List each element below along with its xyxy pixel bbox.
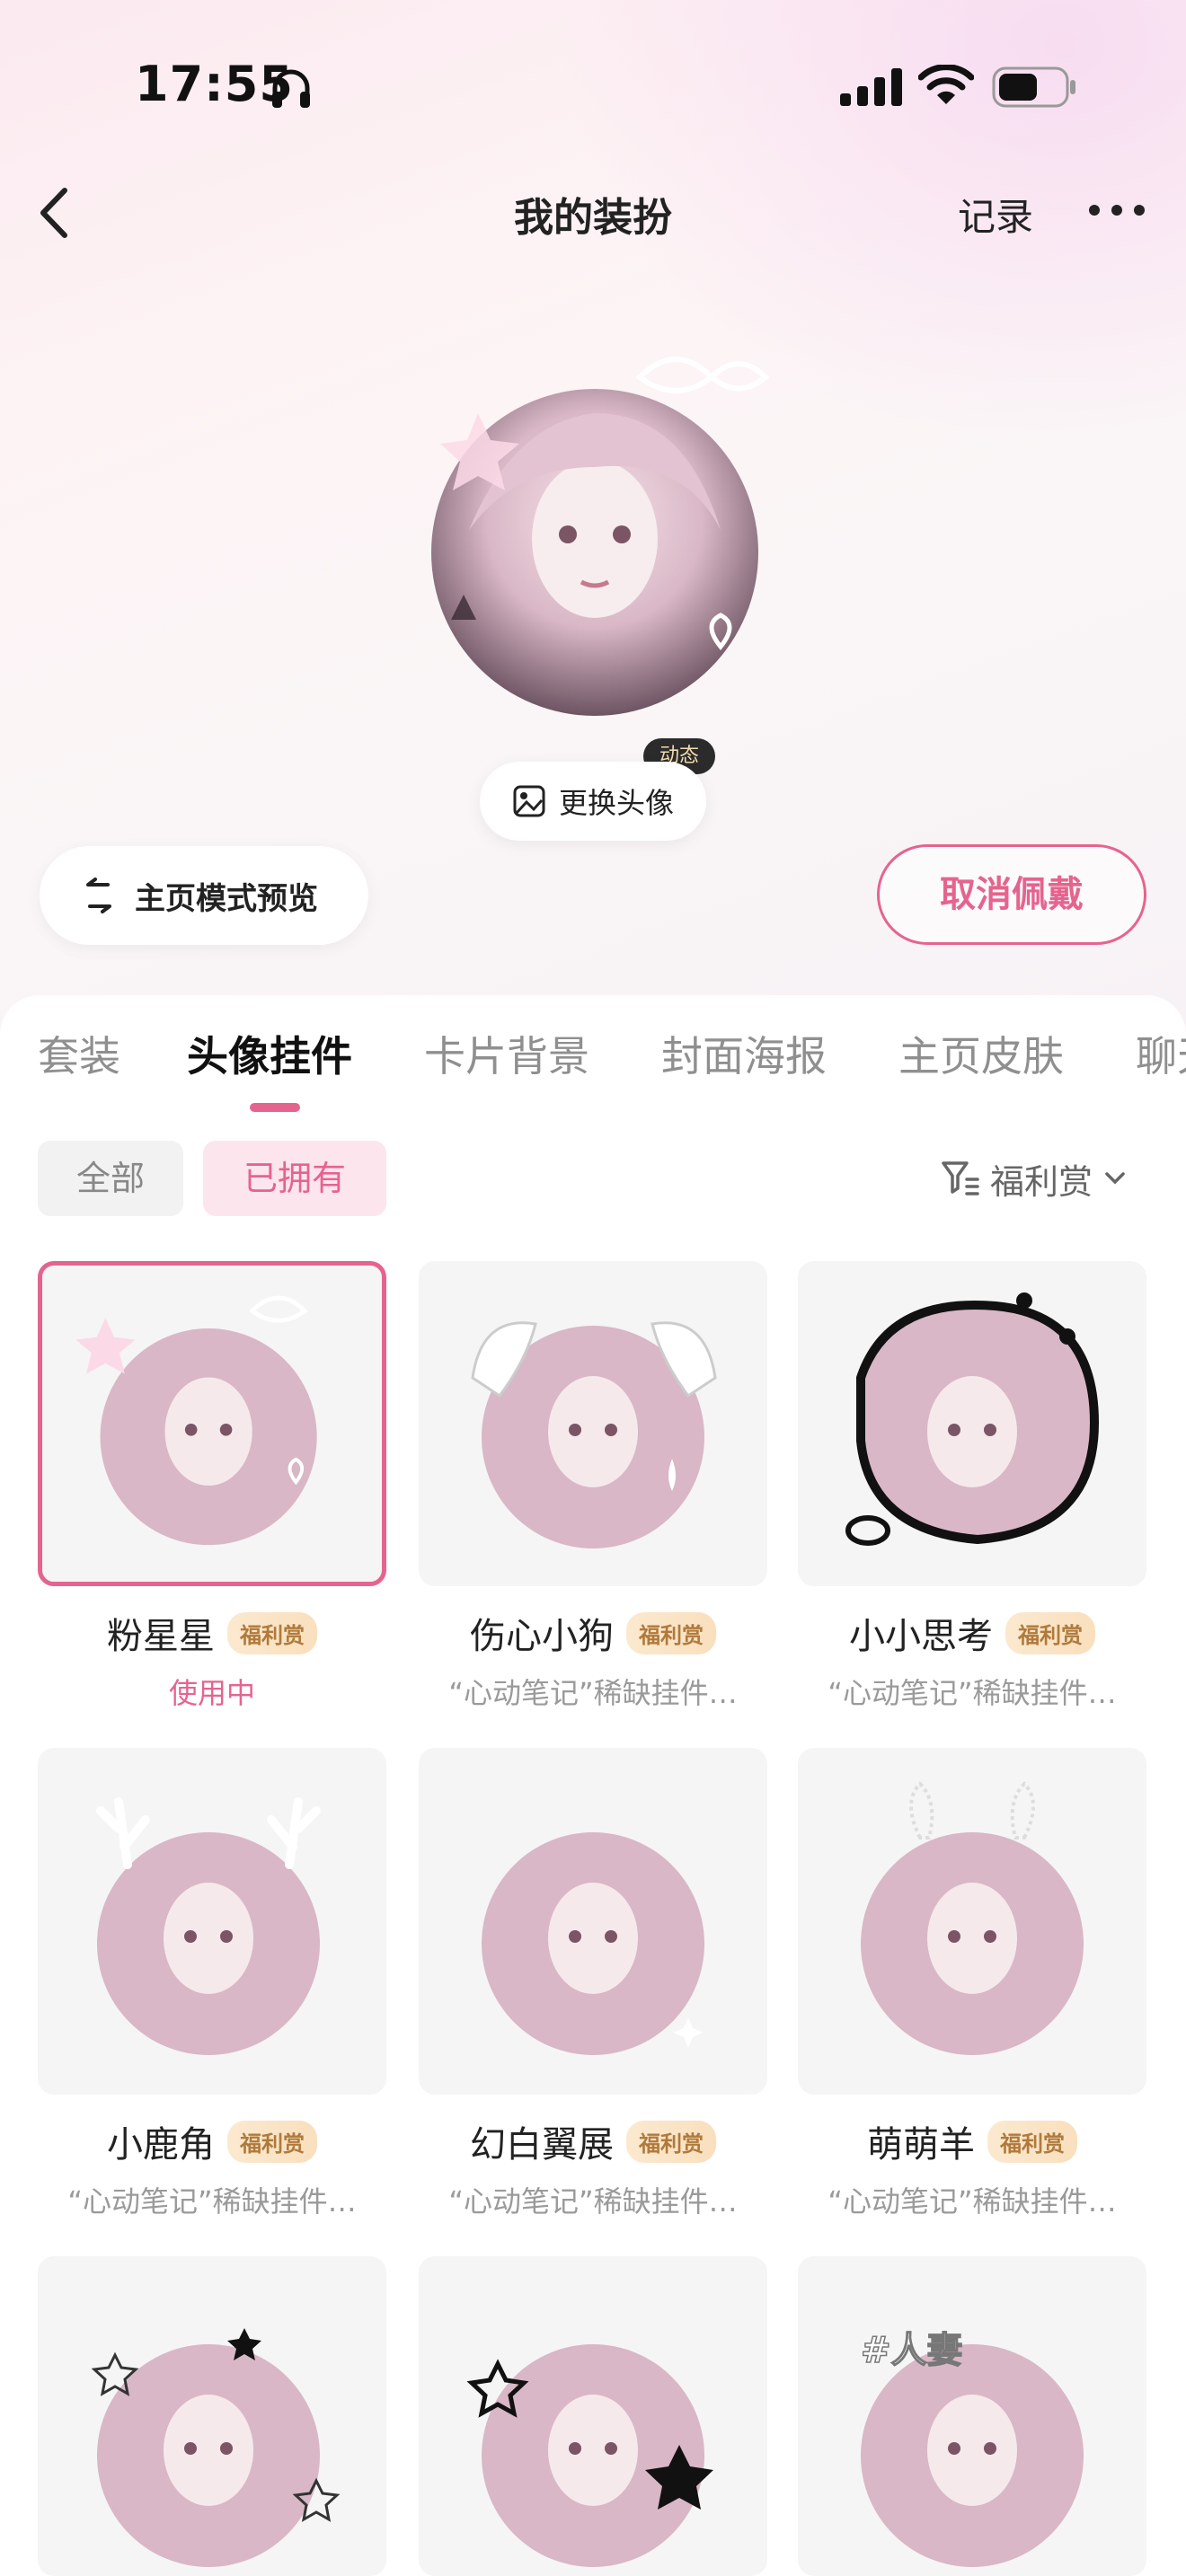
pendant-description: “心动笔记”稀缺挂件… (448, 1676, 738, 1710)
tab-cover-poster[interactable]: 封面海报 (661, 1024, 827, 1083)
change-avatar-button[interactable]: 更换头像 (480, 762, 706, 841)
tab-avatar-pendant[interactable]: 头像挂件 (187, 1024, 352, 1083)
pendant-card-1[interactable] (419, 1261, 767, 1586)
pendant-name: 小鹿角 (107, 2124, 215, 2166)
homepage-preview-label: 主页模式预览 (135, 880, 318, 917)
welfare-badge: 福利赏 (626, 2120, 716, 2163)
pendant-name-row-1: 伤心小狗 福利赏 (419, 1606, 767, 1660)
pendant-card-2[interactable] (798, 1261, 1146, 1586)
pendant-name-row-3: 小鹿角 福利赏 (38, 2114, 386, 2168)
pendant-status-in-use: 使用中 (168, 1676, 255, 1710)
pendant-preview-sheep (861, 1781, 1084, 2055)
record-link[interactable]: 记录 (958, 187, 1033, 242)
tab-chat[interactable]: 聊天 (1136, 1024, 1186, 1083)
sort-label: 福利赏 (990, 1161, 1093, 1202)
pendant-card-4[interactable] (419, 1748, 767, 2095)
pendant-preview-stars-bow (75, 1295, 317, 1546)
pendant-description: “心动笔记”稀缺挂件… (67, 2184, 357, 2219)
pendant-preview-black-stars (466, 2344, 713, 2567)
pendant-card-6[interactable] (38, 2256, 386, 2576)
filter-owned-chip[interactable]: 已拥有 (203, 1141, 386, 1216)
cellular-signal-icon (840, 68, 902, 106)
active-tab-indicator (250, 1103, 300, 1112)
pendant-card-0[interactable] (38, 1261, 386, 1586)
wifi-icon (918, 65, 974, 104)
swap-arrows-icon (86, 878, 111, 913)
tab-card-background[interactable]: 卡片背景 (424, 1024, 589, 1083)
sort-dropdown[interactable]: 福利赏 (940, 1151, 1128, 1205)
more-options-icon[interactable] (1085, 192, 1148, 228)
welfare-badge: 福利赏 (626, 1611, 716, 1654)
pendant-name: 萌萌羊 (867, 2124, 975, 2166)
welfare-badge: 福利赏 (227, 1611, 317, 1654)
pendant-description: “心动笔记”稀缺挂件… (828, 2184, 1117, 2219)
pendant-description: “心动笔记”稀缺挂件… (828, 1676, 1117, 1710)
avatar-with-pendant[interactable] (415, 350, 774, 737)
pendant-preview-antlers (96, 1797, 321, 2055)
change-avatar-label: 更换头像 (558, 786, 674, 820)
pendant-preview-outline-stars (91, 2328, 341, 2567)
pendant-name: 小小思考 (849, 1616, 993, 1657)
image-icon (513, 785, 545, 817)
welfare-badge: 福利赏 (987, 2120, 1077, 2163)
pendant-preview-dog-ears (471, 1321, 717, 1548)
filter-funnel-icon (942, 1161, 979, 1195)
pendant-name: 幻白翼展 (470, 2124, 614, 2166)
unwear-button[interactable]: 取消佩戴 (877, 844, 1146, 945)
welfare-badge: 福利赏 (227, 2120, 317, 2163)
battery-icon (992, 66, 1075, 108)
pendant-description: “心动笔记”稀缺挂件… (448, 2184, 738, 2219)
status-bar: 17:55 (0, 0, 1186, 171)
pendant-name-row-5: 萌萌羊 福利赏 (798, 2114, 1146, 2168)
tab-homepage-skin[interactable]: 主页皮肤 (898, 1024, 1064, 1083)
filter-all-chip[interactable]: 全部 (38, 1141, 183, 1216)
pendant-preview-thought-bubble (845, 1292, 1100, 1546)
welfare-badge: 福利赏 (1005, 1611, 1095, 1654)
pendant-name: 伤心小狗 (470, 1616, 614, 1657)
pendant-name-row-2: 小小思考 福利赏 (798, 1606, 1146, 1660)
pendant-tag-text: #人妻 (861, 2330, 963, 2371)
pendant-preview-tag: #人妻 (860, 2329, 1084, 2567)
pendant-card-3[interactable] (38, 1748, 386, 2095)
homepage-preview-button[interactable]: 主页模式预览 (40, 846, 368, 945)
pendant-name-row-4: 幻白翼展 福利赏 (419, 2114, 767, 2168)
pendant-card-8[interactable]: #人妻 (798, 2256, 1146, 2576)
chevron-down-icon (1105, 1172, 1125, 1185)
pendant-card-5[interactable] (798, 1748, 1146, 2095)
pendant-preview-sparkle (482, 1832, 704, 2055)
pendant-name: 粉星星 (107, 1616, 215, 1657)
pendant-name-row-0: 粉星星 福利赏 (38, 1606, 386, 1660)
tab-suit[interactable]: 套装 (38, 1024, 120, 1083)
pendant-card-7[interactable] (419, 2256, 767, 2576)
back-chevron-icon[interactable] (25, 181, 88, 244)
category-tabs: 套装 头像挂件 卡片背景 封面海报 主页皮肤 聊天 (0, 1024, 1186, 1132)
headphone-icon (272, 69, 310, 108)
